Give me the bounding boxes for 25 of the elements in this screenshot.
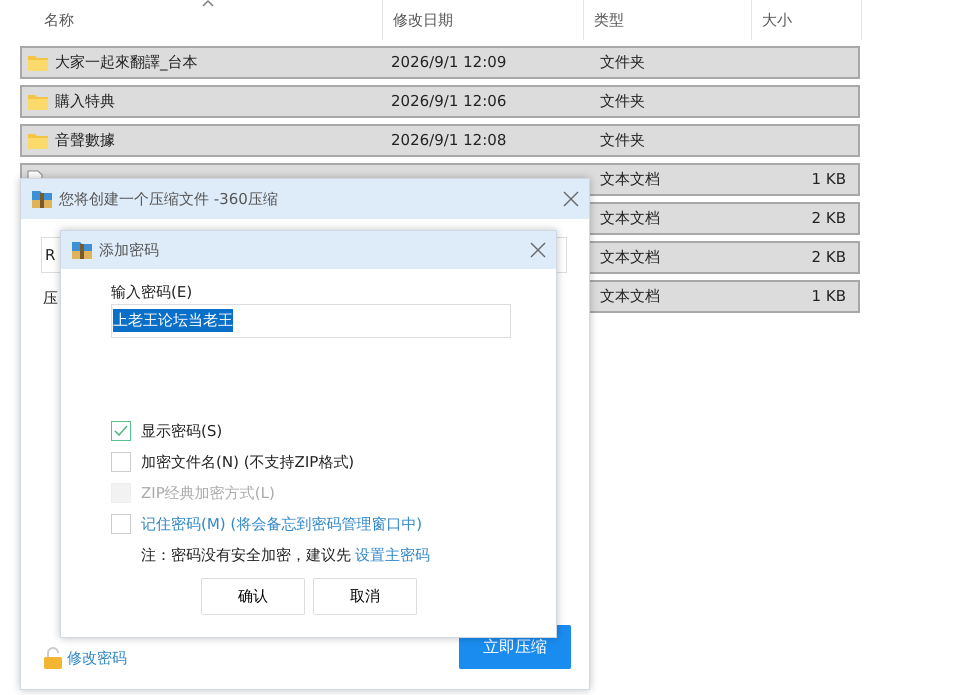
file-type: 文本文档 (600, 247, 660, 268)
file-type: 文本文档 (600, 208, 660, 230)
field-label: 输入密码(E) (111, 282, 194, 303)
dialog-title: 添加密码 (99, 240, 160, 261)
file-name: 音聲數據 (55, 130, 115, 152)
field-label: 压 (43, 288, 58, 309)
option-label: 加密文件名(N) (不支持ZIP格式) (141, 452, 354, 473)
file-date: 2026/9/1 12:08 (391, 130, 506, 152)
file-size: 2 KB (812, 208, 846, 230)
file-name: 購入特典 (55, 91, 115, 112)
file-size: 2 KB (812, 247, 846, 268)
file-date: 2026/9/1 12:06 (391, 91, 506, 112)
file-type: 文本文档 (600, 169, 660, 190)
file-date: 2026/9/1 12:09 (391, 52, 506, 74)
note-text: 注：密码没有安全加密，建议先 (141, 544, 351, 566)
option-label: 显示密码(S) (141, 420, 222, 442)
file-type: 文件夹 (600, 130, 645, 152)
file-name: 大家一起來翻譯_台本 (55, 52, 198, 74)
file-size: 1 KB (812, 286, 846, 308)
file-type: 文件夹 (600, 52, 645, 74)
dialog-title: 您将创建一个压缩文件 -360压缩 (59, 188, 279, 210)
file-type: 文件夹 (600, 91, 645, 112)
file-size: 1 KB (812, 169, 846, 190)
file-type: 文本文档 (600, 286, 660, 308)
option-label: ZIP经典加密方式(L) (141, 482, 275, 504)
